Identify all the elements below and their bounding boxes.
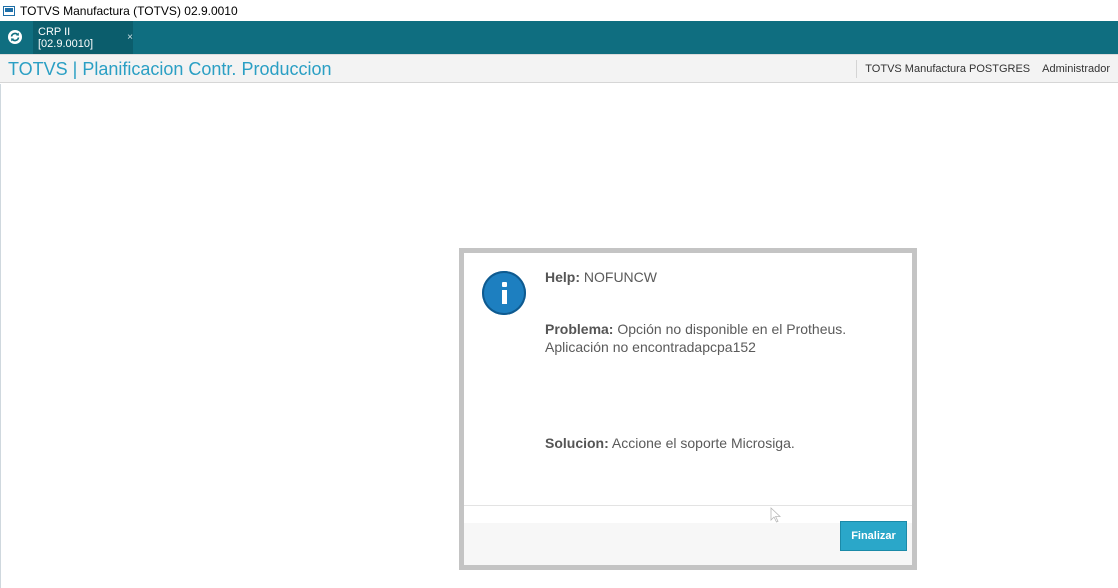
header-divider bbox=[856, 59, 858, 78]
window-title: TOTVS Manufactura (TOTVS) 02.9.0010 bbox=[20, 3, 238, 18]
help-line: Help: NOFUNCW bbox=[545, 268, 657, 286]
window-titlebar: TOTVS Manufactura (TOTVS) 02.9.0010 bbox=[0, 0, 1118, 21]
finalizar-button[interactable]: Finalizar bbox=[840, 521, 907, 551]
help-dialog: Help: NOFUNCW Problema: Opción no dispon… bbox=[464, 253, 912, 565]
info-icon bbox=[482, 271, 526, 315]
page-title: TOTVS | Planificacion Contr. Produccion bbox=[8, 59, 332, 79]
info-icon-bar bbox=[502, 290, 507, 304]
tab-crp-ii[interactable]: CRP II [02.9.0010] × bbox=[33, 21, 133, 54]
tab-bar: CRP II [02.9.0010] × bbox=[0, 21, 1118, 54]
mouse-cursor-icon bbox=[770, 507, 782, 523]
home-refresh-button[interactable] bbox=[6, 28, 24, 46]
app-window-icon bbox=[3, 5, 15, 16]
solution-label: Solucion: bbox=[545, 435, 609, 451]
help-value: NOFUNCW bbox=[583, 269, 657, 285]
solution-value: Accione el soporte Microsiga. bbox=[611, 435, 795, 451]
info-icon-dot bbox=[502, 282, 507, 287]
tab-close-icon[interactable]: × bbox=[127, 32, 133, 43]
user-label[interactable]: Administrador bbox=[1042, 63, 1110, 75]
company-label: TOTVS Manufactura POSTGRES bbox=[865, 62, 1031, 75]
solution-line: Solucion: Accione el soporte Microsiga. bbox=[545, 434, 795, 452]
content-left-border bbox=[0, 84, 1, 588]
app-header: TOTVS | Planificacion Contr. Produccion … bbox=[0, 54, 1118, 83]
help-dialog-frame: Help: NOFUNCW Problema: Opción no dispon… bbox=[459, 248, 917, 570]
help-label: Help: bbox=[545, 269, 580, 285]
tab-label: CRP II [02.9.0010] bbox=[38, 25, 94, 50]
problem-label: Problema: bbox=[545, 321, 614, 337]
header-info: TOTVS Manufactura POSTGRES Administrador bbox=[856, 55, 1110, 82]
problem-line: Problema: Opción no disponible en el Pro… bbox=[545, 320, 905, 356]
dialog-footer: Finalizar bbox=[464, 505, 912, 565]
refresh-circle-icon bbox=[8, 30, 22, 44]
